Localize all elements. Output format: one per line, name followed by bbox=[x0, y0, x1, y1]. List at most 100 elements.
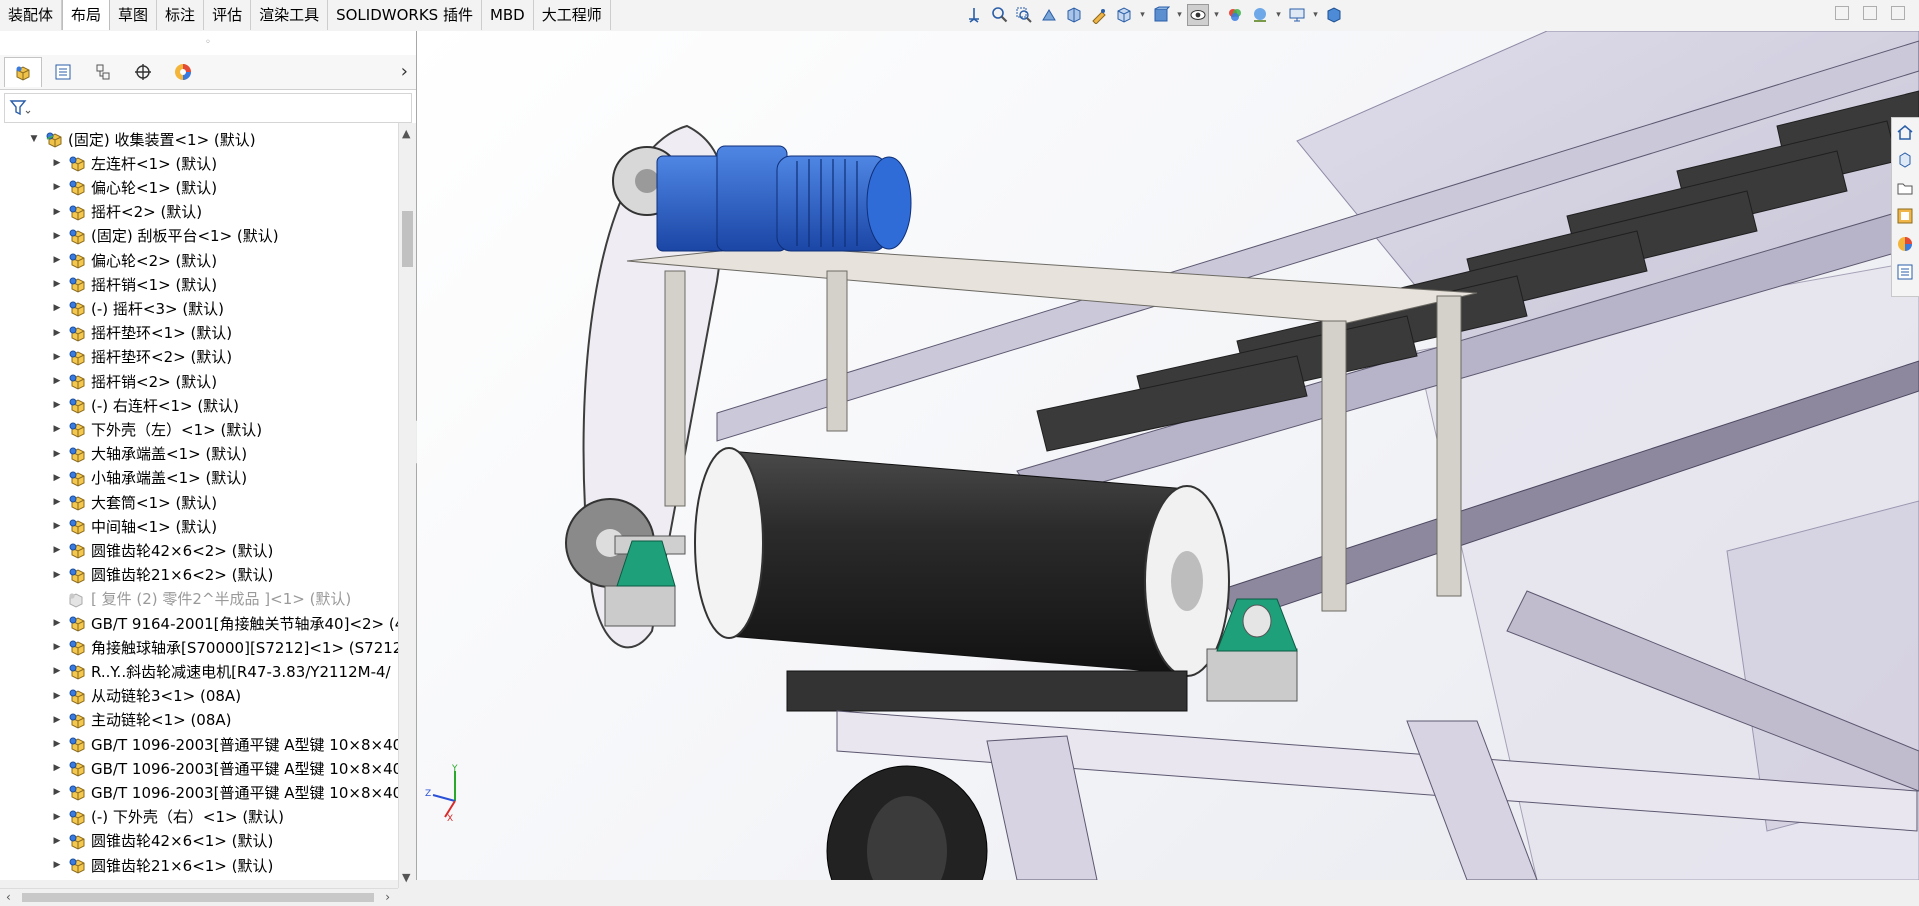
chevron-down-icon[interactable]: ▾ bbox=[1175, 10, 1184, 20]
display-pane-icon[interactable] bbox=[1323, 4, 1345, 26]
chevron-right-icon[interactable]: ▶ bbox=[50, 521, 64, 531]
scroll-up-icon[interactable]: ▲ bbox=[402, 127, 410, 140]
chevron-right-icon[interactable]: ▶ bbox=[50, 449, 64, 459]
scroll-right-icon[interactable]: › bbox=[385, 890, 390, 904]
chevron-right-icon[interactable]: ▶ bbox=[50, 763, 64, 773]
chevron-right-icon[interactable]: ▶ bbox=[50, 424, 64, 434]
tree-horizontal-scrollbar[interactable]: ‹ › bbox=[0, 888, 398, 906]
chevron-right-icon[interactable]: ▶ bbox=[50, 352, 64, 362]
section-view-icon[interactable] bbox=[1063, 4, 1085, 26]
tree-item[interactable]: ▶ R..Y..斜齿轮减速电机[R47-3.83/Y2112M-4/ bbox=[0, 659, 398, 683]
tree-item[interactable]: ▶ 圆锥齿轮42×6<1> (默认) bbox=[0, 829, 398, 853]
edit-appearance-icon[interactable] bbox=[1224, 4, 1246, 26]
chevron-right-icon[interactable]: ▶ bbox=[50, 303, 64, 313]
conveyor-model-render[interactable] bbox=[417, 31, 1919, 880]
design-library-icon[interactable] bbox=[1892, 146, 1918, 174]
tree-item[interactable]: ▶ 偏心轮<1> (默认) bbox=[0, 175, 398, 199]
chevron-right-icon[interactable]: ▶ bbox=[50, 545, 64, 555]
ribbon-tab[interactable]: 大工程师 bbox=[534, 0, 611, 30]
tree-item[interactable]: ▶ 中间轴<1> (默认) bbox=[0, 514, 398, 538]
view-orientation-icon[interactable] bbox=[963, 4, 985, 26]
appearances-icon[interactable] bbox=[1892, 230, 1918, 258]
feature-tree-filter[interactable] bbox=[4, 93, 412, 123]
filter-icon[interactable] bbox=[9, 98, 31, 118]
tree-item[interactable]: ▶ 小轴承端盖<1> (默认) bbox=[0, 466, 398, 490]
tree-item[interactable]: ▶ (-) 摇杆<3> (默认) bbox=[0, 296, 398, 320]
tree-item[interactable]: ▶ GB/T 1096-2003[普通平键 A型键 10×8×40 bbox=[0, 756, 398, 780]
display-style-icon[interactable] bbox=[1150, 4, 1172, 26]
tree-item[interactable]: ▶ 摇杆销<2> (默认) bbox=[0, 369, 398, 393]
chevron-right-icon[interactable]: ▶ bbox=[50, 812, 64, 822]
dimxpert-manager-icon[interactable] bbox=[124, 57, 162, 87]
close-icon[interactable] bbox=[1891, 6, 1905, 20]
display-manager-icon[interactable] bbox=[164, 57, 202, 87]
apply-scene-icon[interactable] bbox=[1249, 4, 1271, 26]
chevron-right-icon[interactable]: › bbox=[401, 61, 408, 82]
chevron-right-icon[interactable]: ▶ bbox=[50, 376, 64, 386]
file-explorer-icon[interactable] bbox=[1892, 174, 1918, 202]
chevron-down-icon[interactable]: ▾ bbox=[1311, 10, 1320, 20]
scroll-down-icon[interactable]: ▼ bbox=[402, 871, 410, 884]
chevron-right-icon[interactable]: ▶ bbox=[50, 739, 64, 749]
tree-item[interactable]: ▶ 主动链轮<1> (08A) bbox=[0, 708, 398, 732]
previous-view-icon[interactable] bbox=[1038, 4, 1060, 26]
ribbon-tab[interactable]: 标注 bbox=[157, 0, 205, 30]
tree-item[interactable]: ▶ 摇杆<2> (默认) bbox=[0, 200, 398, 224]
chevron-down-icon[interactable]: ▾ bbox=[1212, 10, 1221, 20]
tree-item[interactable]: ▶ 大套筒<1> (默认) bbox=[0, 490, 398, 514]
view-palette-icon[interactable] bbox=[1892, 202, 1918, 230]
chevron-right-icon[interactable]: ▶ bbox=[50, 279, 64, 289]
ribbon-tab[interactable]: MBD bbox=[482, 0, 534, 30]
chevron-right-icon[interactable]: ▶ bbox=[50, 231, 64, 241]
chevron-right-icon[interactable]: ▶ bbox=[50, 618, 64, 628]
tree-item[interactable]: ▼ (固定) 收集装置<1> (默认) bbox=[0, 127, 398, 151]
chevron-right-icon[interactable]: ▶ bbox=[50, 860, 64, 870]
view-settings-icon[interactable] bbox=[1286, 4, 1308, 26]
scrollbar-thumb[interactable] bbox=[22, 893, 374, 902]
tree-item[interactable]: ▶ 摇杆销<1> (默认) bbox=[0, 272, 398, 296]
dynamic-annotation-icon[interactable] bbox=[1088, 4, 1110, 26]
minimize-icon[interactable] bbox=[1835, 6, 1849, 20]
tree-item[interactable]: ▶ 角接触球轴承[S70000][S7212]<1> (S7212) bbox=[0, 635, 398, 659]
tree-item[interactable]: ▶ 圆锥齿轮42×6<2> (默认) bbox=[0, 538, 398, 562]
chevron-right-icon[interactable]: ▶ bbox=[50, 473, 64, 483]
ribbon-tab[interactable]: 布局 bbox=[62, 0, 111, 30]
chevron-right-icon[interactable]: ▶ bbox=[50, 787, 64, 797]
zoom-area-icon[interactable] bbox=[1013, 4, 1035, 26]
tree-item[interactable]: ▶ 圆锥齿轮21×6<1> (默认) bbox=[0, 853, 398, 877]
ribbon-tab[interactable]: 草图 bbox=[110, 0, 158, 30]
tree-vertical-scrollbar[interactable]: ▲ ▼ bbox=[398, 123, 416, 888]
restore-icon[interactable] bbox=[1863, 6, 1877, 20]
chevron-right-icon[interactable]: ▶ bbox=[50, 158, 64, 168]
tree-item[interactable]: ▶ 大轴承端盖<1> (默认) bbox=[0, 442, 398, 466]
chevron-right-icon[interactable]: ▶ bbox=[50, 715, 64, 725]
chevron-right-icon[interactable]: ▶ bbox=[50, 570, 64, 580]
tree-item[interactable]: ▶ (固定) 刮板平台<1> (默认) bbox=[0, 224, 398, 248]
tree-item[interactable]: ▶ (-) 下外壳（右）<1> (默认) bbox=[0, 805, 398, 829]
chevron-right-icon[interactable]: ▶ bbox=[50, 666, 64, 676]
ribbon-tab[interactable]: 渲染工具 bbox=[251, 0, 329, 30]
home-icon[interactable] bbox=[1892, 118, 1918, 146]
ribbon-tab[interactable]: SOLIDWORKS 插件 bbox=[328, 0, 482, 30]
tree-item[interactable]: ▶ (-) 右连杆<1> (默认) bbox=[0, 393, 398, 417]
chevron-right-icon[interactable]: ▶ bbox=[50, 691, 64, 701]
chevron-down-icon[interactable]: ▾ bbox=[1274, 10, 1283, 20]
property-manager-icon[interactable] bbox=[44, 57, 82, 87]
chevron-down-icon[interactable]: ▾ bbox=[1138, 10, 1147, 20]
tree-item[interactable]: [ 复件 (2) 零件2^半成品 ]<1> (默认) bbox=[0, 587, 398, 611]
configuration-manager-icon[interactable] bbox=[84, 57, 122, 87]
chevron-right-icon[interactable]: ▶ bbox=[50, 400, 64, 410]
ribbon-tab[interactable]: 装配体 bbox=[0, 0, 63, 30]
chevron-right-icon[interactable]: ▶ bbox=[50, 836, 64, 846]
chevron-right-icon[interactable]: ▶ bbox=[50, 207, 64, 217]
chevron-down-icon[interactable]: ▼ bbox=[27, 134, 41, 144]
view-orientation-cube-icon[interactable] bbox=[1113, 4, 1135, 26]
tree-item[interactable]: ▶ GB/T 1096-2003[普通平键 A型键 10×8×40 bbox=[0, 780, 398, 804]
tree-item[interactable]: ▶ GB/T 1096-2003[普通平键 A型键 10×8×40 bbox=[0, 732, 398, 756]
tree-item[interactable]: ▶ 摇杆垫环<1> (默认) bbox=[0, 321, 398, 345]
graphics-area[interactable]: Y Z X bbox=[417, 31, 1919, 880]
panel-grip-icon[interactable]: ◦ bbox=[205, 37, 211, 48]
tree-item[interactable]: ▶ 从动链轮3<1> (08A) bbox=[0, 684, 398, 708]
tree-item[interactable]: ▶ GB/T 9164-2001[角接触关节轴承40]<2> (4 bbox=[0, 611, 398, 635]
tree-item[interactable]: ▶ 左连杆<1> (默认) bbox=[0, 151, 398, 175]
